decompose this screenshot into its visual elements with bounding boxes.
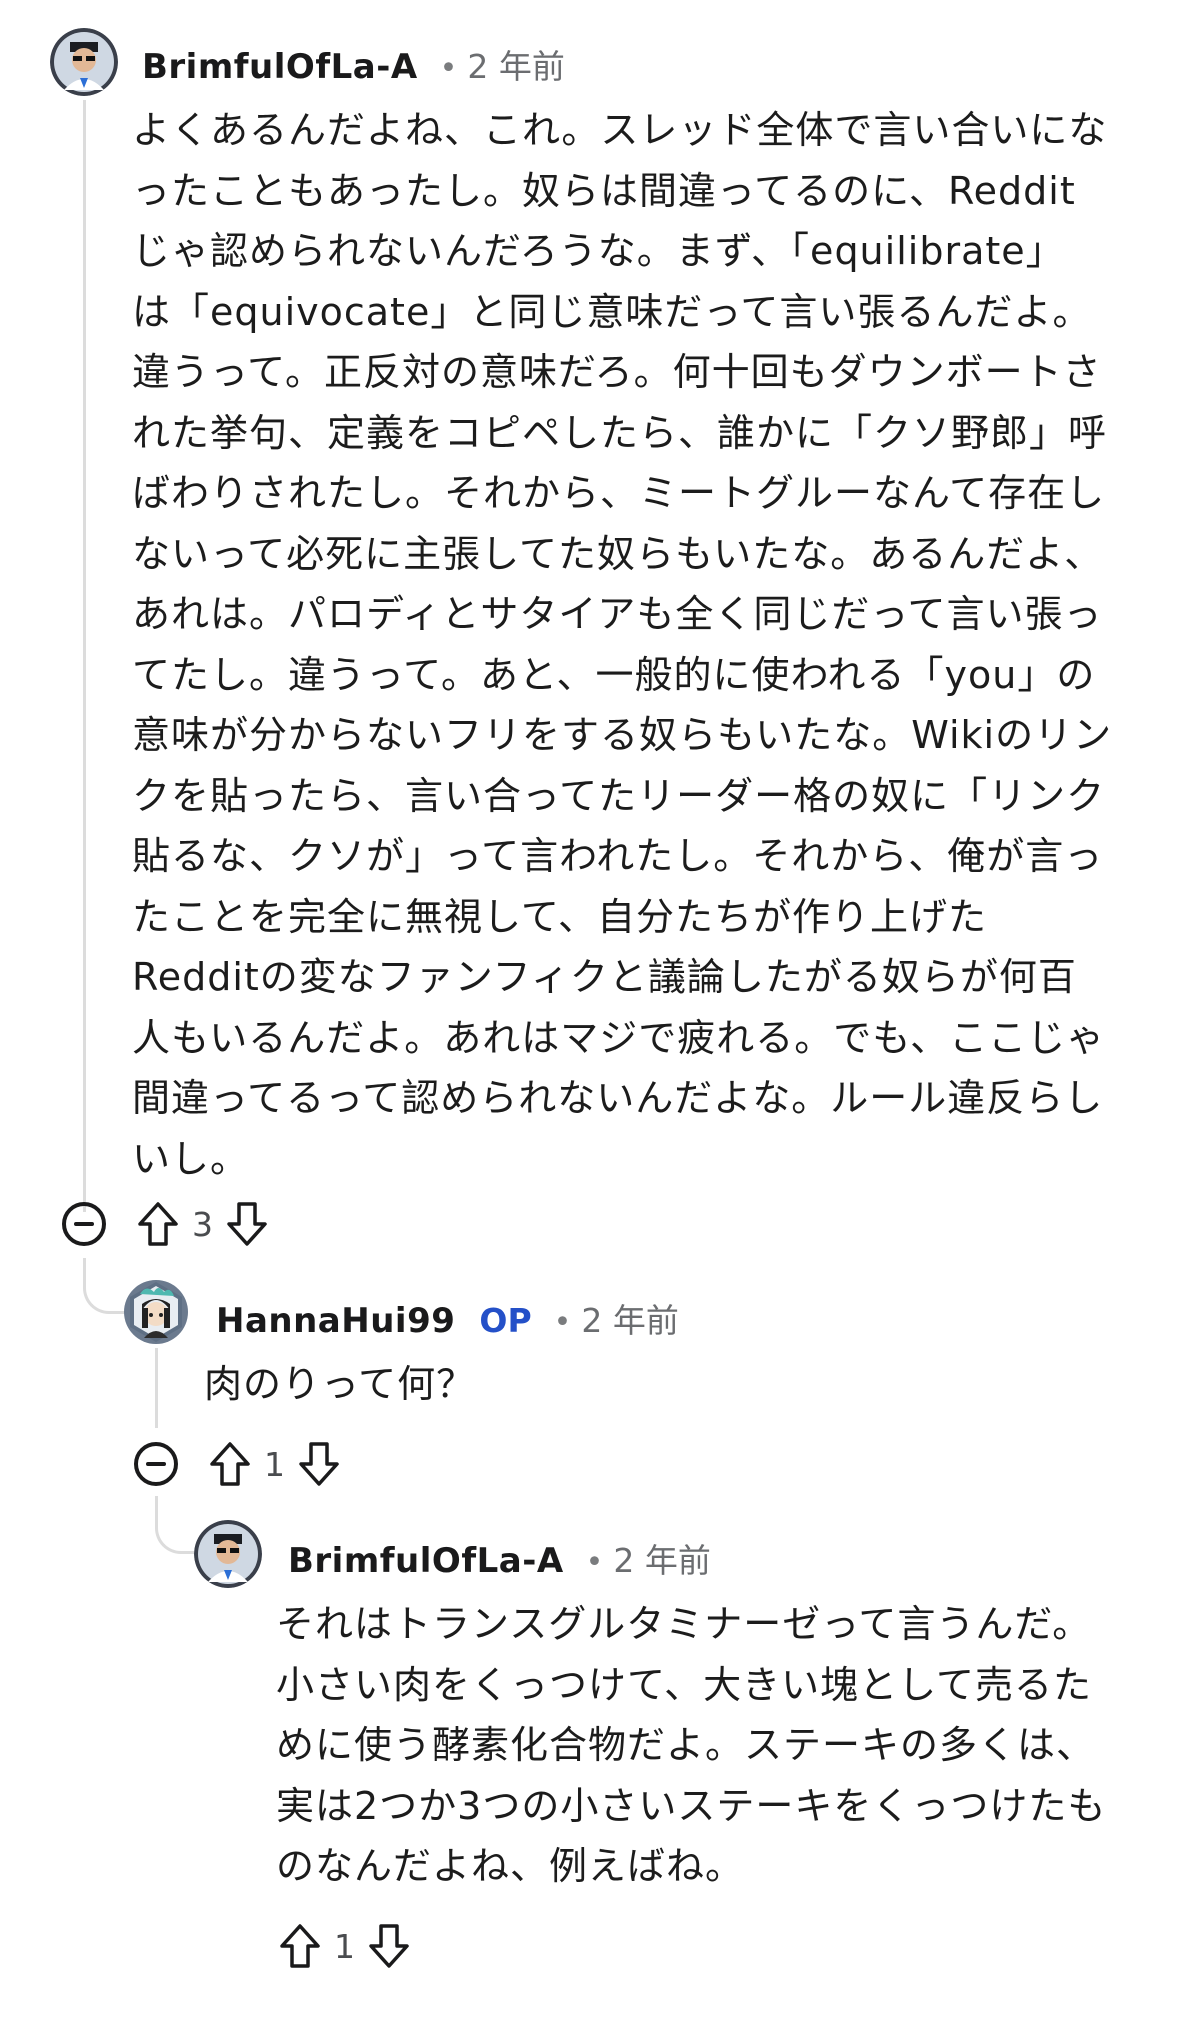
comment-line: 肉のりって何？ (204, 1362, 476, 1406)
comment-line: れた挙句、定義をコピペしたら、誰かに「クソ野郎」呼 (132, 410, 1108, 455)
thread-elbow (83, 1258, 129, 1314)
comment-line: いし。 (132, 1136, 250, 1181)
avatar-icon[interactable] (50, 28, 118, 96)
comment-line: は「equivocate」と同じ意味だって言い張るんだよ。 (132, 289, 1092, 334)
comment-line: よくあるんだよね、これ。スレッド全体で言い合いにな (132, 108, 1108, 152)
meta-separator: • (553, 1305, 572, 1340)
avatar-icon[interactable] (194, 1520, 262, 1588)
comment-line: ないって必死に主張してた奴らもいたな。あるんだよ、 (132, 531, 1104, 576)
collapse-icon[interactable] (62, 1202, 106, 1246)
op-badge: OP (479, 1301, 532, 1340)
timestamp: 2 年前 (581, 1301, 679, 1340)
avatar-icon[interactable] (124, 1280, 188, 1344)
downvote-icon[interactable] (225, 1200, 269, 1248)
meta-separator: • (439, 51, 458, 86)
thread-line (155, 1348, 158, 1428)
comment-line: じゃ認められないんだろうな。まず、「equilibrate」 (132, 229, 1065, 273)
timestamp: 2 年前 (613, 1541, 711, 1580)
comment-line: のなんだよね、例えばね。 (276, 1844, 745, 1888)
comment-line: 違うって。正反対の意味だろ。何十回もダウンボートさ (132, 350, 1102, 394)
downvote-icon[interactable] (297, 1440, 341, 1488)
comment-line: それはトランスグルタミナーゼって言うんだ。 (276, 1602, 1092, 1646)
vote-score: 1 (264, 1444, 285, 1484)
comment-line: あれは。パロディとサタイアも全く同じだって言い張っ (132, 592, 1103, 636)
comment-body: よくあるんだよね、これ。スレッド全体で言い合いにな ったこともあったし。奴らは間… (132, 100, 1112, 1189)
comment-line: 人もいるんだよ。あれはマジで疲れる。でも、ここじゃ (132, 1015, 1106, 1060)
meta-separator: • (585, 1545, 604, 1580)
comment-actions: 1 (278, 1922, 411, 1970)
comment-line: めに使う酵素化合物だよ。ステーキの多くは、 (276, 1723, 1096, 1767)
comment-line: 間違ってるって認められないんだよな。ルール違反らし (132, 1076, 1104, 1120)
comment-line: 貼るな、クソが」って言われたし。それから、俺が言っ (132, 834, 1104, 878)
comment-line: クを貼ったら、言い合ってたリーダー格の奴に「リンク (132, 773, 1106, 818)
comment-meta: BrimfulOfLa-A • 2 年前 (142, 40, 565, 88)
upvote-icon[interactable] (208, 1440, 252, 1488)
vote-score: 3 (192, 1204, 213, 1244)
comment-line: 意味が分からないフリをする奴らもいたな。Wikiのリン (132, 713, 1113, 757)
collapse-icon[interactable] (134, 1442, 178, 1486)
username[interactable]: HannaHui99 (216, 1301, 455, 1341)
comment-meta: BrimfulOfLa-A • 2 年前 (288, 1534, 711, 1582)
upvote-icon[interactable] (136, 1200, 180, 1248)
vote-score: 1 (334, 1926, 355, 1966)
comment-line: 小さい肉をくっつけて、大きい塊として売るた (276, 1662, 1092, 1707)
upvote-icon[interactable] (278, 1922, 322, 1970)
comment-line: ったこともあったし。奴らは間違ってるのに、Reddit (132, 168, 1076, 213)
comment-meta: HannaHui99 OP • 2 年前 (216, 1294, 679, 1342)
comment-body: それはトランスグルタミナーゼって言うんだ。 小さい肉をくっつけて、大きい塊として… (276, 1594, 1106, 1897)
comment-line: Redditの変なファンフィクと議論したがる奴らが何百 (132, 955, 1077, 999)
thread-line (83, 100, 86, 1212)
comment-line: たことを完全に無視して、自分たちが作り上げた (132, 894, 987, 939)
username[interactable]: BrimfulOfLa-A (288, 1541, 564, 1581)
timestamp: 2 年前 (467, 47, 565, 86)
username[interactable]: BrimfulOfLa-A (142, 47, 418, 87)
downvote-icon[interactable] (367, 1922, 411, 1970)
comment-thread: BrimfulOfLa-A • 2 年前 よくあるんだよね、これ。スレッド全体で… (0, 0, 1179, 2019)
comment-line: てたし。違うって。あと、一般的に使われる「you」の (132, 652, 1096, 697)
comment-line: ばわりされたし。それから、ミートグルーなんて存在し (132, 471, 1106, 515)
comment-actions: 3 (62, 1200, 269, 1248)
thread-elbow (155, 1496, 199, 1554)
comment-body: 肉のりって何？ (204, 1354, 475, 1415)
comment-actions: 1 (134, 1440, 341, 1488)
comment-line: 実は2つか3つの小さいステーキをくっつけたも (276, 1783, 1107, 1828)
